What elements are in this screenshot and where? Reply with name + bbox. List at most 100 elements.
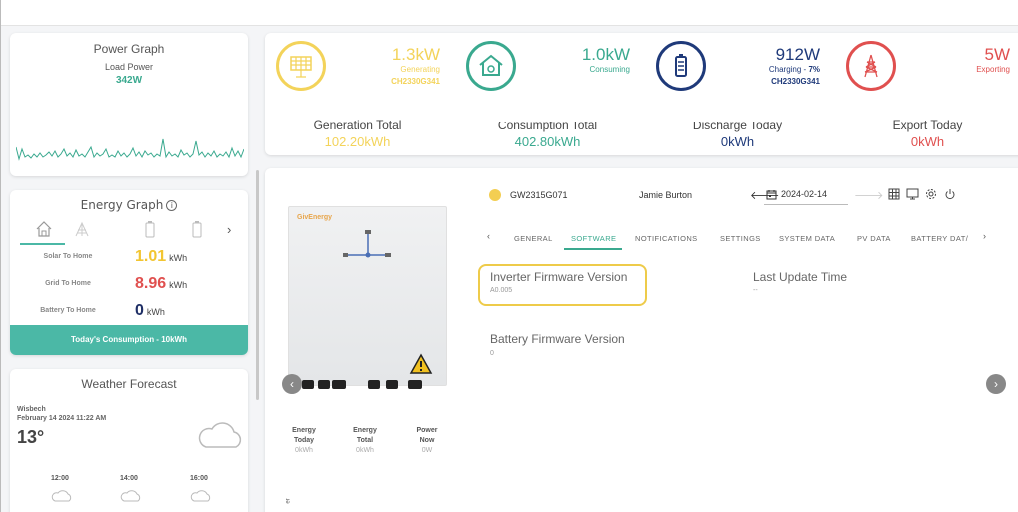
energy-graph-title-text: Energy Graph [80, 198, 164, 212]
warning-icon [409, 353, 433, 374]
discharge-today-value: 0kWh [720, 134, 755, 149]
forecast-time-3: 16:00 [190, 475, 208, 482]
device-energy-total: Energy Total 0kWh [353, 427, 377, 454]
sidebar-scrollbar[interactable] [256, 170, 259, 400]
user-name: Jamie Burton [639, 190, 693, 200]
next-date-button[interactable]: 🡒 [854, 188, 884, 202]
weather-datetime: February 14 2024 11:22 AM [17, 415, 107, 422]
location-name: Wisbech [17, 406, 46, 413]
date-input[interactable]: 2024-02-14 [781, 189, 827, 199]
battery-firmware-label: Battery Firmware Version [490, 332, 625, 346]
consuming-value: 1.0kW [581, 45, 630, 64]
inverter-connectors [302, 380, 422, 389]
inverter-firmware-label: Inverter Firmware Version [490, 270, 628, 284]
tab-notifications[interactable]: NOTIFICATIONS [635, 234, 698, 243]
temperature: 13° [17, 427, 45, 447]
frame-edge [0, 0, 1, 512]
solar-panel-icon [276, 41, 326, 91]
charging-label: Charging - 7% [768, 65, 820, 74]
table-icon[interactable] [888, 188, 900, 200]
consumption-total-value: 402.80kWh [514, 134, 581, 149]
last-update-label: Last Update Time [753, 270, 848, 284]
monitor-icon[interactable] [906, 188, 919, 200]
tab-general[interactable]: GENERAL [514, 234, 553, 243]
consumption-total-label: Consumption Total [497, 118, 598, 132]
battery-icon [656, 41, 706, 91]
charging-device-id: CH2330G341 [771, 77, 820, 86]
active-tab-indicator [564, 248, 622, 250]
solar-to-home-value: 1.01 kWh [135, 248, 188, 265]
charging-value: 912W [775, 45, 820, 64]
vertical-label: er [285, 498, 292, 504]
power-sparkline [16, 138, 244, 161]
energy-graph-card: Energy Graph i › Solar To Home 1.01 kWh Gr… [10, 190, 248, 355]
next-device-button[interactable]: › [986, 374, 1006, 394]
forecast-cloud-icon [51, 490, 72, 502]
tab-system-data[interactable]: SYSTEM DATA [779, 234, 835, 243]
battery-alt-icon[interactable] [188, 220, 206, 240]
generating-label: Generating [400, 65, 440, 74]
tab-pv-data[interactable]: PV DATA [857, 234, 891, 243]
exporting-value: 5W [984, 45, 1011, 64]
export-today-label: Export Today [892, 118, 963, 132]
prev-device-button[interactable]: ‹ [282, 374, 302, 394]
tab-settings[interactable]: SETTINGS [720, 234, 761, 243]
weather-title: Weather Forecast [81, 377, 177, 391]
generation-stat: 1.3kW Generating CH2330G341 Generation T… [265, 41, 450, 151]
battery-to-home-row: Battery To Home 0 kWh [10, 302, 248, 322]
tab-battery-data[interactable]: BATTERY DAT/ [911, 234, 968, 243]
load-power-value: 342W [115, 75, 143, 86]
tabs-right-arrow[interactable]: › [983, 231, 986, 241]
energy-source-icons: › [25, 220, 245, 242]
tab-software[interactable]: SOFTWARE [571, 234, 616, 243]
battery-stat: 912W Charging - 7% CH2330G341 Discharge … [645, 41, 830, 151]
weather-location: Wisbech February 14 2024 11:22 AM [17, 405, 106, 423]
export-stat: 5W Exporting Export Today 0kWh [835, 41, 1018, 151]
power-graph-title: Power Graph [93, 42, 165, 56]
device-energy-today: Energy Today 0kWh [292, 427, 316, 454]
consumption-stat: 1.0kW Consuming Consumption Total 402.80… [455, 41, 640, 151]
forecast-time-1: 12:00 [51, 475, 69, 482]
flow-diagram-icon [343, 230, 391, 258]
load-power-label: Load Power [104, 62, 154, 72]
top-bar [0, 0, 1018, 26]
device-power-now: Power Now 0W [416, 427, 438, 454]
brand-logo: GivEnergy [297, 214, 333, 221]
active-source-underline [20, 243, 65, 245]
weather-forecast-card: Weather Forecast Wisbech February 14 202… [10, 369, 248, 512]
power-graph-card[interactable]: Power Graph Load Power 342W [10, 33, 248, 176]
date-input-underline [764, 204, 848, 205]
battery-icon[interactable] [141, 220, 159, 240]
solar-to-home-row: Solar To Home 1.01 kWh [10, 248, 248, 268]
grid-to-home-value: 8.96 kWh [135, 275, 188, 292]
energy-stats-card: 1.3kW Generating CH2330G341 Generation T… [265, 33, 1018, 155]
todays-consumption-bar: Today's Consumption - 10kWh [10, 325, 248, 355]
settings-icon[interactable] [925, 188, 937, 200]
pylon-icon [846, 41, 896, 91]
generating-device-id: CH2330G341 [391, 77, 440, 86]
power-icon[interactable] [944, 188, 956, 200]
generation-total-value: 102.20kWh [324, 134, 391, 149]
grid-to-home-row: Grid To Home 8.96 kWh [10, 275, 248, 295]
cloud-icon [198, 422, 242, 448]
next-icon[interactable]: › [227, 222, 231, 237]
calendar-icon[interactable] [766, 189, 777, 200]
generation-total-label: Generation Total [313, 118, 402, 132]
exporting-label: Exporting [976, 65, 1010, 74]
home-icon[interactable] [35, 220, 53, 238]
inverter-firmware-value: A0.005 [490, 287, 513, 294]
grid-icon[interactable] [73, 220, 91, 238]
energy-graph-title: Energy Graph i [10, 198, 248, 212]
info-icon[interactable]: i [166, 200, 178, 211]
grid-to-home-label: Grid To Home [45, 280, 91, 287]
export-today-value: 0kWh [910, 134, 945, 149]
inverter-serial[interactable]: GW2315G071 [510, 190, 568, 200]
status-dot [489, 189, 501, 201]
forecast-cloud-icon [190, 490, 211, 502]
home-consumption-icon [466, 41, 516, 91]
solar-to-home-label: Solar To Home [43, 253, 93, 260]
forecast-time-2: 14:00 [120, 475, 138, 482]
tabs-left-arrow[interactable]: ‹ [487, 231, 490, 241]
battery-to-home-value: 0 kWh [135, 302, 165, 319]
generating-value: 1.3kW [391, 45, 440, 64]
